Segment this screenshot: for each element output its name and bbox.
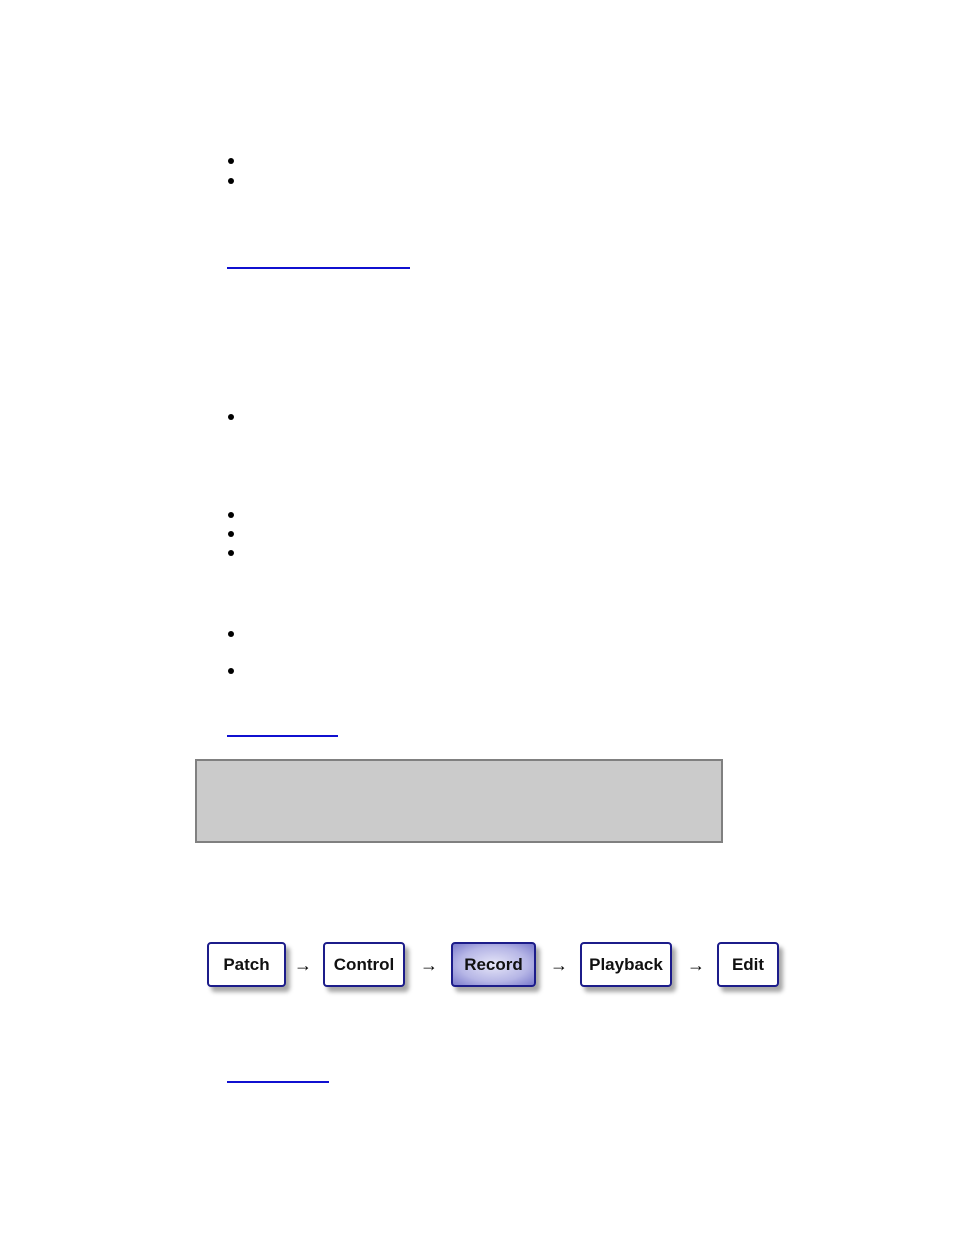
list-bullet	[228, 631, 234, 637]
list-bullet	[228, 158, 234, 164]
step-patch[interactable]: Patch	[207, 942, 286, 987]
list-bullet	[228, 178, 234, 184]
step-record[interactable]: Record	[451, 942, 536, 987]
list-bullet	[228, 668, 234, 674]
list-bullet	[228, 414, 234, 420]
step-control[interactable]: Control	[323, 942, 405, 987]
note-box	[195, 759, 723, 843]
list-bullet	[228, 512, 234, 518]
step-playback[interactable]: Playback	[580, 942, 672, 987]
list-bullet	[228, 531, 234, 537]
arrow-icon: →	[294, 955, 312, 975]
document-link[interactable]	[227, 735, 338, 737]
document-link[interactable]	[227, 267, 410, 269]
arrow-icon: →	[550, 955, 568, 975]
arrow-icon: →	[420, 955, 438, 975]
document-link[interactable]	[227, 1081, 329, 1083]
list-bullet	[228, 550, 234, 556]
arrow-icon: →	[687, 955, 705, 975]
step-edit[interactable]: Edit	[717, 942, 779, 987]
